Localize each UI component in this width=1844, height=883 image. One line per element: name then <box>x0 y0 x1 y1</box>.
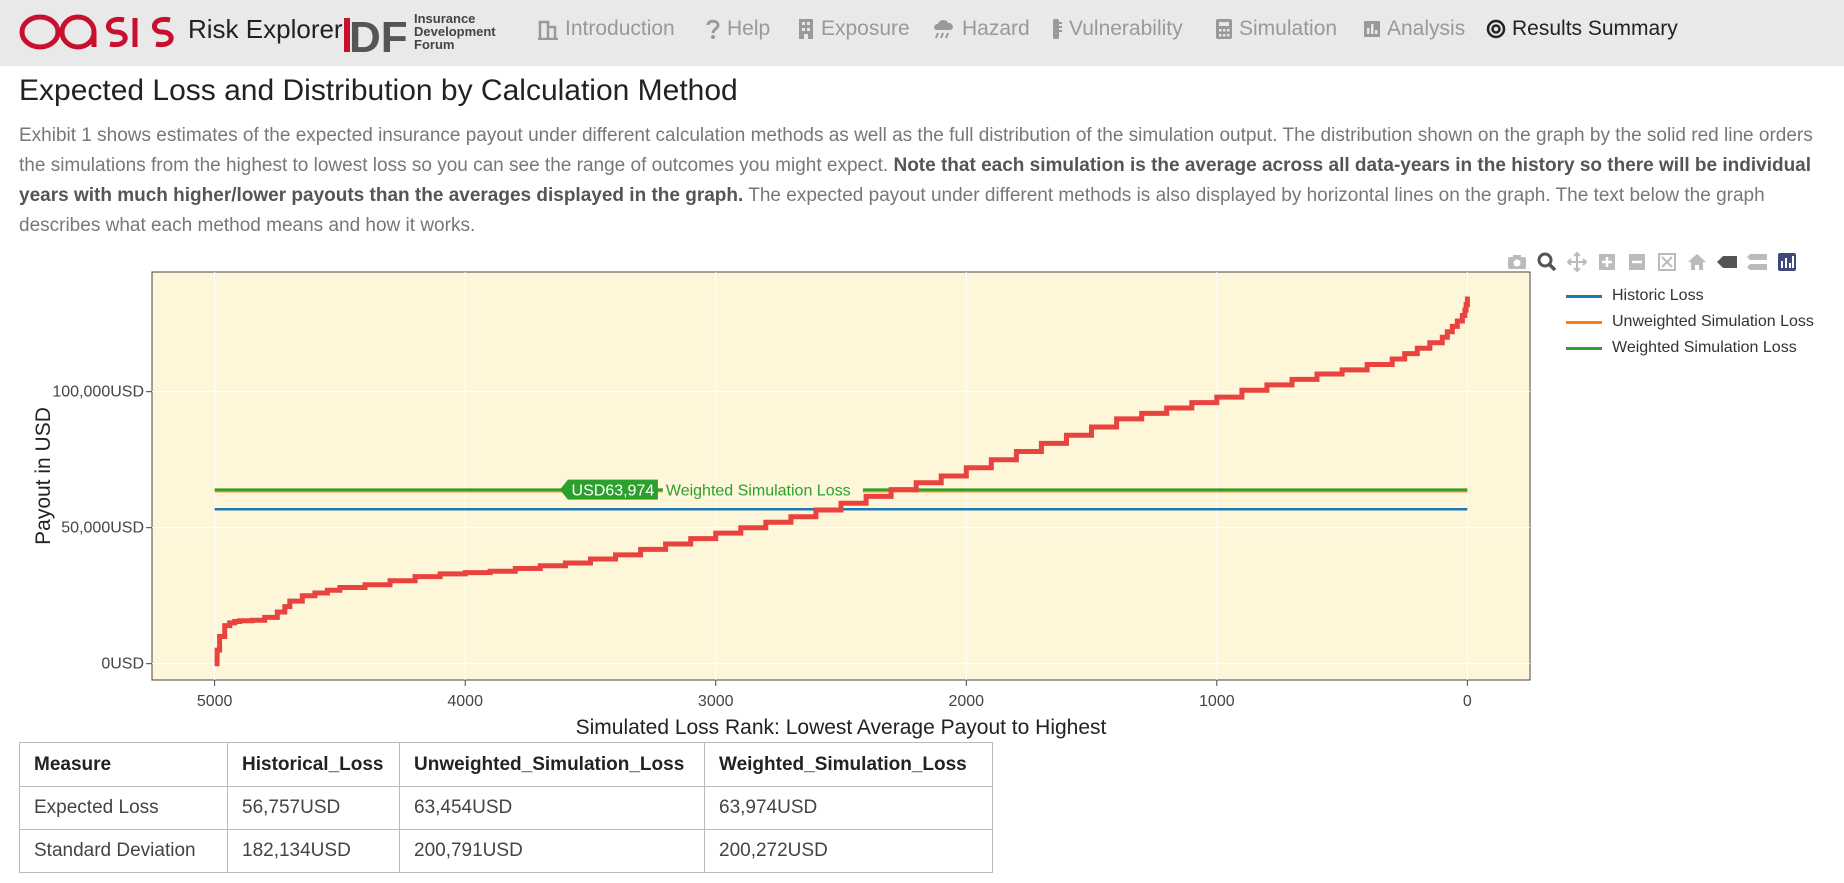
x-axis-title: Simulated Loss Rank: Lowest Average Payo… <box>576 716 1107 739</box>
legend-label: Weighted Simulation Loss <box>1612 339 1797 356</box>
table-row: Standard Deviation 182,134USD 200,791USD… <box>19 829 993 873</box>
office-icon <box>799 19 813 39</box>
legend-swatch <box>1566 320 1602 324</box>
nav-vulnerability[interactable]: Vulnerability <box>1049 17 1183 41</box>
bar-chart-icon <box>1364 21 1380 37</box>
plot-background <box>151 271 1531 681</box>
y-axis-title: Payout in USD <box>32 407 55 545</box>
app-title: Risk Explorer <box>188 14 343 44</box>
summary-table: Measure Historical_Loss Unweighted_Simul… <box>19 742 993 873</box>
x-tick-label: 0 <box>1463 693 1472 710</box>
nav-label: Hazard <box>962 17 1030 40</box>
nav-label: Simulation <box>1239 17 1338 40</box>
table-cell: Standard Deviation <box>19 829 228 873</box>
idf-logo-text: Insurance Development Forum <box>414 11 496 52</box>
x-tick-label: 1000 <box>1199 693 1235 710</box>
column-header: Historical_Loss <box>227 742 400 787</box>
target-icon <box>1486 19 1506 39</box>
question-icon <box>706 19 720 39</box>
y-tick-label: 100,000USD <box>52 384 144 401</box>
x-tick-label: 4000 <box>447 693 483 710</box>
nav-label: Help <box>727 17 771 40</box>
legend-swatch <box>1566 346 1602 350</box>
y-tick-label: 50,000USD <box>61 520 144 537</box>
nav-introduction[interactable]: Introduction <box>537 17 675 41</box>
table-cell: 63,454USD <box>399 786 705 830</box>
table-cell: 200,272USD <box>704 829 993 873</box>
table-cell: 200,791USD <box>399 829 705 873</box>
x-tick-label: 2000 <box>948 693 984 710</box>
nav-label: Results Summary <box>1512 17 1678 40</box>
idf-logo[interactable]: DF <box>343 10 413 62</box>
legend-item-unweighted[interactable]: Unweighted Simulation Loss <box>1566 309 1814 335</box>
svg-text:DF: DF <box>349 13 408 54</box>
legend-label: Historic Loss <box>1612 287 1704 304</box>
y-tick-label: 0USD <box>101 656 144 673</box>
legend-label: Unweighted Simulation Loss <box>1612 313 1814 330</box>
calculator-icon <box>1216 19 1232 39</box>
nav-results-summary[interactable]: Results Summary <box>1486 17 1678 41</box>
table-cell: 63,974USD <box>704 786 993 830</box>
table-cell: 56,757USD <box>227 786 400 830</box>
column-header: Weighted_Simulation_Loss <box>704 742 993 787</box>
page-title: Expected Loss and Distribution by Calcul… <box>19 74 738 107</box>
nav-exposure[interactable]: Exposure <box>797 17 910 41</box>
thermometer-icon <box>1053 19 1062 39</box>
legend-item-historic[interactable]: Historic Loss <box>1566 283 1814 309</box>
annotation-text: Weighted Simulation Loss <box>666 483 851 500</box>
nav-simulation[interactable]: Simulation <box>1215 17 1337 41</box>
x-tick-label: 3000 <box>698 693 734 710</box>
nav-label: Analysis <box>1387 17 1466 40</box>
table-header-row: Measure Historical_Loss Unweighted_Simul… <box>19 742 993 787</box>
nav-label: Introduction <box>565 17 675 40</box>
nav-label: Vulnerability <box>1069 17 1183 40</box>
nav-help[interactable]: Help <box>705 17 770 41</box>
nav-label: Exposure <box>821 17 910 40</box>
table-cell: Expected Loss <box>19 786 228 830</box>
annotation-value: USD63,974 <box>572 483 655 500</box>
nav-analysis[interactable]: Analysis <box>1363 17 1465 41</box>
legend-swatch <box>1566 294 1602 298</box>
column-header: Unweighted_Simulation_Loss <box>399 742 705 787</box>
intro-paragraph: Exhibit 1 shows estimates of the expecte… <box>19 121 1834 241</box>
oasis-logo[interactable] <box>18 10 180 59</box>
chart-legend: Historic Loss Unweighted Simulation Loss… <box>1566 283 1814 361</box>
x-tick-label: 5000 <box>197 693 233 710</box>
building-icon <box>538 20 558 40</box>
table-row: Expected Loss 56,757USD 63,454USD 63,974… <box>19 786 993 830</box>
column-header: Measure <box>19 742 228 787</box>
cloud-rain-icon <box>934 20 953 39</box>
navbar: Risk Explorer DF Insurance Development F… <box>0 0 1844 66</box>
nav-hazard[interactable]: Hazard <box>932 17 1030 41</box>
table-cell: 182,134USD <box>227 829 400 873</box>
legend-item-weighted[interactable]: Weighted Simulation Loss <box>1566 335 1814 361</box>
